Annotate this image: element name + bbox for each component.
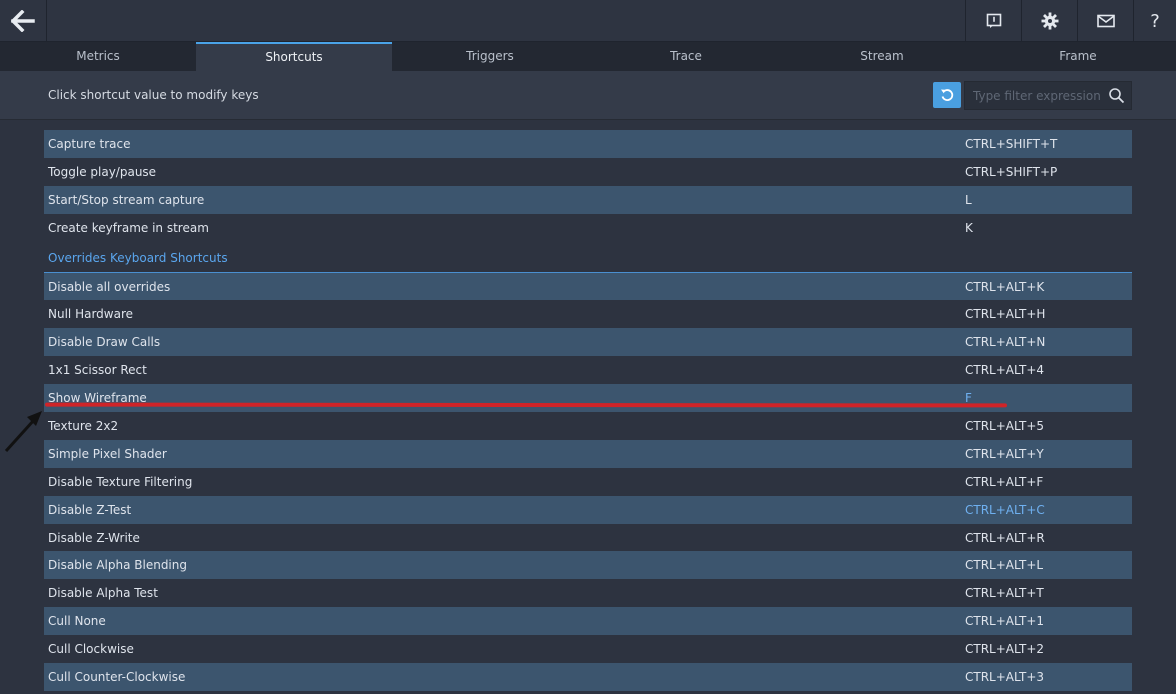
shortcut-label: Disable Texture Filtering: [48, 474, 193, 489]
settings-button[interactable]: [1021, 0, 1077, 42]
shortcut-label: Start/Stop stream capture: [48, 192, 205, 207]
shortcut-value[interactable]: CTRL+ALT+R: [965, 531, 1045, 545]
shortcut-label: 1x1 Scissor Rect: [48, 363, 147, 378]
tab-shortcuts[interactable]: Shortcuts: [196, 42, 392, 71]
red-underline-annotation: [44, 402, 1008, 408]
shortcut-label: Disable Draw Calls: [48, 335, 161, 350]
shortcut-row: Start/Stop stream capture L: [44, 185, 1132, 214]
back-button[interactable]: [0, 0, 47, 42]
reset-icon: [941, 89, 954, 101]
shortcut-label: Texture 2x2: [48, 418, 119, 433]
shortcut-row: Disable Texture Filtering CTRL+ALT+F: [44, 468, 1132, 496]
shortcut-value[interactable]: CTRL+ALT+T: [965, 586, 1044, 600]
shortcut-label: Capture trace: [48, 136, 131, 151]
shortcut-row: Disable Draw Calls CTRL+ALT+N: [44, 328, 1132, 357]
shortcut-value[interactable]: CTRL+ALT+Y: [965, 447, 1044, 461]
reset-button[interactable]: [933, 82, 961, 108]
tab-triggers[interactable]: Triggers: [392, 42, 588, 71]
shortcut-label: Disable all overrides: [48, 279, 171, 294]
tab-metrics[interactable]: Metrics: [0, 42, 196, 71]
shortcut-value[interactable]: CTRL+ALT+N: [965, 335, 1045, 349]
shortcut-value[interactable]: CTRL+ALT+C: [965, 503, 1045, 517]
shortcut-value[interactable]: L: [965, 193, 972, 207]
shortcut-value[interactable]: CTRL+ALT+2: [965, 642, 1044, 656]
shortcut-label: Disable Z-Test: [48, 502, 132, 517]
shortcut-label: Toggle play/pause: [48, 164, 157, 179]
help-icon: ?: [1150, 10, 1160, 32]
tab-stream[interactable]: Stream: [784, 42, 980, 71]
tab-trace[interactable]: Trace: [588, 42, 784, 71]
shortcut-label: Disable Alpha Blending: [48, 558, 187, 573]
shortcut-row: Cull Clockwise CTRL+ALT+2: [44, 635, 1132, 663]
shortcut-label: Null Hardware: [48, 307, 134, 322]
shortcut-value[interactable]: CTRL+ALT+H: [965, 307, 1045, 321]
hint-text: Click shortcut value to modify keys: [48, 88, 259, 102]
shortcut-label: Cull None: [48, 614, 106, 629]
tab-bar: Metrics Shortcuts Triggers Trace Stream …: [0, 42, 1176, 71]
gear-icon: [1041, 12, 1058, 30]
shortcut-label: Cull Counter-Clockwise: [48, 669, 186, 684]
shortcut-label: Simple Pixel Shader: [48, 446, 167, 461]
shortcut-row: Disable Alpha Blending CTRL+ALT+L: [44, 551, 1132, 580]
search-icon[interactable]: [1108, 87, 1125, 104]
shortcut-value[interactable]: CTRL+SHIFT+T: [965, 137, 1057, 151]
shortcut-row: Create keyframe in stream K: [44, 214, 1132, 242]
shortcut-row: Show Wireframe F: [44, 384, 1132, 413]
shortcut-label: Create keyframe in stream: [48, 220, 209, 235]
mail-icon: [1096, 14, 1115, 28]
arrow-annotation-icon: [4, 411, 42, 453]
shortcut-value[interactable]: CTRL+ALT+F: [965, 475, 1043, 489]
arrow-left-icon: [11, 10, 35, 32]
shortcut-row: Cull None CTRL+ALT+1: [44, 607, 1132, 636]
partial-row: [44, 122, 1132, 130]
shortcut-value[interactable]: CTRL+ALT+L: [965, 558, 1043, 572]
shortcut-label: Cull Clockwise: [48, 642, 134, 657]
toolbar: Click shortcut value to modify keys: [0, 71, 1176, 120]
shortcut-row: Simple Pixel Shader CTRL+ALT+Y: [44, 439, 1132, 468]
shortcut-row: 1x1 Scissor Rect CTRL+ALT+4: [44, 356, 1132, 384]
shortcut-label: Disable Alpha Test: [48, 586, 158, 601]
shortcut-row: Capture trace CTRL+SHIFT+T: [44, 130, 1132, 158]
shortcut-row: Texture 2x2 CTRL+ALT+5: [44, 412, 1132, 440]
tab-frame[interactable]: Frame: [980, 42, 1176, 71]
shortcut-value[interactable]: CTRL+SHIFT+P: [965, 165, 1057, 179]
mail-button[interactable]: [1077, 0, 1133, 42]
shortcut-value[interactable]: CTRL+ALT+3: [965, 670, 1044, 684]
top-bar: ?: [0, 0, 1176, 42]
shortcut-row: Null Hardware CTRL+ALT+H: [44, 300, 1132, 328]
shortcut-row: Toggle play/pause CTRL+SHIFT+P: [44, 158, 1132, 186]
report-icon: [986, 13, 1001, 28]
shortcut-row: Disable Alpha Test CTRL+ALT+T: [44, 579, 1132, 607]
shortcut-value[interactable]: K: [965, 221, 973, 235]
shortcut-row: Disable all overrides CTRL+ALT+K: [44, 272, 1132, 301]
shortcut-label: Disable Z-Write: [48, 530, 140, 545]
shortcut-value[interactable]: CTRL+ALT+1: [965, 614, 1044, 628]
filter-input[interactable]: [965, 82, 1105, 109]
shortcut-row: Disable Z-Write CTRL+ALT+R: [44, 524, 1132, 552]
shortcut-row: Cull Counter-Clockwise CTRL+ALT+3: [44, 663, 1132, 691]
filter-box: [964, 81, 1132, 110]
shortcut-value[interactable]: CTRL+ALT+5: [965, 419, 1044, 433]
help-button[interactable]: ?: [1133, 0, 1176, 42]
report-button[interactable]: [965, 0, 1021, 42]
shortcut-value[interactable]: CTRL+ALT+4: [965, 363, 1044, 377]
section-title: Overrides Keyboard Shortcuts: [48, 250, 228, 265]
shortcut-row: Disable Z-Test CTRL+ALT+C: [44, 495, 1132, 524]
section-header: Overrides Keyboard Shortcuts: [44, 242, 1132, 273]
shortcut-value[interactable]: CTRL+ALT+K: [965, 280, 1044, 294]
